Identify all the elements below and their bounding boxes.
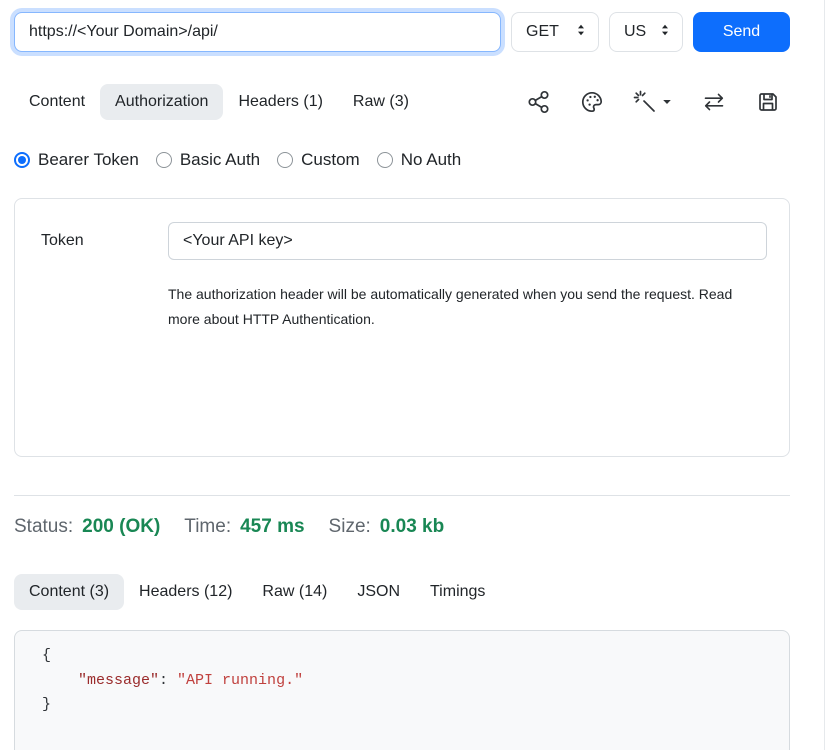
auth-panel: Token The authorization header will be a… bbox=[14, 198, 790, 457]
auth-option-custom[interactable]: Custom bbox=[277, 150, 360, 170]
region-select-value: US bbox=[624, 23, 646, 41]
radio-icon bbox=[377, 152, 393, 168]
save-button[interactable] bbox=[756, 90, 780, 114]
auth-option-label: Custom bbox=[301, 150, 360, 170]
share-icon bbox=[527, 90, 551, 114]
status-group: Status: 200 (OK) bbox=[14, 516, 160, 538]
resp-tab-headers[interactable]: Headers (12) bbox=[124, 574, 247, 610]
status-value: 200 (OK) bbox=[82, 516, 160, 538]
tab-content[interactable]: Content bbox=[14, 84, 100, 120]
auth-option-label: No Auth bbox=[401, 150, 462, 170]
swap-arrows-icon bbox=[701, 90, 727, 114]
magic-wand-dropdown-button[interactable] bbox=[633, 90, 672, 114]
region-select[interactable]: US bbox=[609, 12, 683, 52]
radio-icon bbox=[156, 152, 172, 168]
request-tabs-row: Content Authorization Headers (1) Raw (3… bbox=[14, 84, 790, 120]
size-value: 0.03 kb bbox=[380, 516, 444, 538]
tab-authorization[interactable]: Authorization bbox=[100, 84, 223, 120]
radio-icon bbox=[277, 152, 293, 168]
resp-tab-raw[interactable]: Raw (14) bbox=[247, 574, 342, 610]
auth-option-label: Basic Auth bbox=[180, 150, 260, 170]
right-column-divider bbox=[824, 0, 825, 750]
time-value: 457 ms bbox=[240, 516, 304, 538]
json-colon: : bbox=[159, 672, 177, 689]
auth-option-basic-auth[interactable]: Basic Auth bbox=[156, 150, 260, 170]
send-button[interactable]: Send bbox=[693, 12, 790, 52]
token-row: Token The authorization header will be a… bbox=[41, 222, 767, 332]
theme-button[interactable] bbox=[580, 90, 604, 114]
tab-headers[interactable]: Headers (1) bbox=[223, 84, 337, 120]
status-label: Status: bbox=[14, 516, 73, 538]
palette-icon bbox=[580, 90, 604, 114]
time-label: Time: bbox=[184, 516, 231, 538]
save-icon bbox=[756, 90, 780, 114]
resp-tab-timings[interactable]: Timings bbox=[415, 574, 500, 610]
json-open-brace: { bbox=[42, 647, 51, 664]
updown-caret-icon bbox=[574, 23, 588, 42]
size-group: Size: 0.03 kb bbox=[329, 516, 445, 538]
share-button[interactable] bbox=[527, 90, 551, 114]
radio-icon bbox=[14, 152, 30, 168]
auth-type-options: Bearer Token Basic Auth Custom No Auth bbox=[14, 150, 790, 170]
api-tester-app: GET US Send Content Authorization Header… bbox=[0, 0, 837, 750]
token-label: Token bbox=[41, 222, 168, 332]
toolbar bbox=[527, 90, 790, 114]
response-body-panel: { "message": "API running." } bbox=[14, 630, 790, 750]
url-input[interactable] bbox=[14, 12, 501, 52]
chevron-down-icon bbox=[662, 97, 672, 107]
auth-option-label: Bearer Token bbox=[38, 150, 139, 170]
magic-wand-icon bbox=[633, 90, 657, 114]
section-divider bbox=[14, 495, 790, 496]
json-string-value: "API running." bbox=[177, 672, 303, 689]
json-close-brace: } bbox=[42, 696, 51, 713]
swap-button[interactable] bbox=[701, 90, 727, 114]
token-field-column: The authorization header will be automat… bbox=[168, 222, 767, 332]
auth-help-text: The authorization header will be automat… bbox=[168, 282, 748, 332]
resp-tab-json[interactable]: JSON bbox=[342, 574, 415, 610]
size-label: Size: bbox=[329, 516, 371, 538]
response-summary: Status: 200 (OK) Time: 457 ms Size: 0.03… bbox=[14, 516, 790, 538]
token-input[interactable] bbox=[168, 222, 767, 260]
time-group: Time: 457 ms bbox=[184, 516, 304, 538]
method-select[interactable]: GET bbox=[511, 12, 599, 52]
resp-tab-content[interactable]: Content (3) bbox=[14, 574, 124, 610]
response-tabs-row: Content (3) Headers (12) Raw (14) JSON T… bbox=[14, 574, 790, 610]
auth-option-no-auth[interactable]: No Auth bbox=[377, 150, 462, 170]
updown-caret-icon bbox=[658, 23, 672, 42]
response-body: { "message": "API running." } bbox=[15, 631, 789, 728]
auth-option-bearer-token[interactable]: Bearer Token bbox=[14, 150, 139, 170]
json-key: "message" bbox=[78, 672, 159, 689]
method-select-value: GET bbox=[526, 23, 559, 41]
main-column: GET US Send Content Authorization Header… bbox=[14, 0, 790, 750]
tab-raw[interactable]: Raw (3) bbox=[338, 84, 424, 120]
request-bar: GET US Send bbox=[14, 12, 790, 52]
